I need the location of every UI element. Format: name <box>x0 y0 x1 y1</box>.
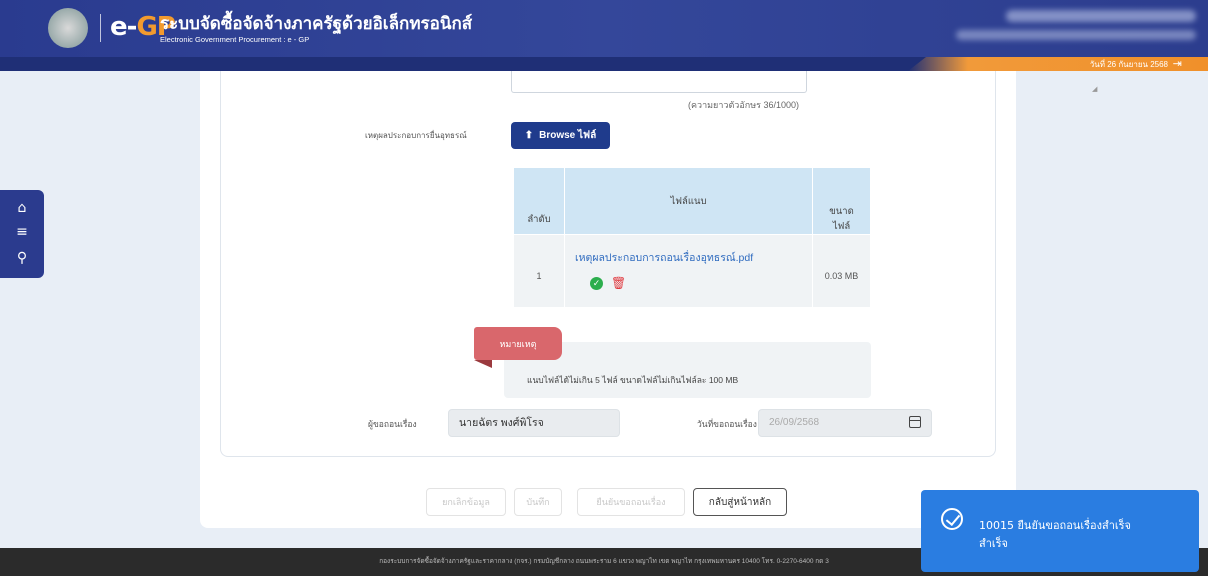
char-count: (ความยาวตัวอักษร 36/1000) <box>688 100 799 110</box>
top-header: e-GP ระบบจัดซื้อจัดจ้างภาครัฐด้วยอิเล็กท… <box>0 0 1208 57</box>
main-panel: ◢ (ความยาวตัวอักษร 36/1000) เหตุผลประกอบ… <box>200 71 1097 528</box>
current-date: วันที่ 26 กันยายน 2568 <box>1089 60 1168 69</box>
column-header-no: ลำดับ <box>514 168 565 234</box>
date-band <box>0 57 1208 71</box>
browse-file-button[interactable]: ⬆ Browse ไฟล์ <box>511 122 610 149</box>
row-size: 0.03 MB <box>813 234 870 307</box>
logo-divider <box>100 14 101 42</box>
browse-label: Browse ไฟล์ <box>539 130 597 141</box>
column-header-file: ไฟล์แนบ <box>565 168 813 234</box>
toast-line-1: 10015 ยืนยันขอถอนเรื่องสำเร็จ <box>979 519 1131 532</box>
column-header-size: ขนาด ไฟล์ <box>813 168 870 234</box>
request-date-field: 26/09/2568 <box>758 409 932 437</box>
request-date-value: 26/09/2568 <box>769 417 820 428</box>
attachment-table: ลำดับ ไฟล์แนบ ขนาด ไฟล์ 1 เหตุผลประกอบกา… <box>514 168 870 307</box>
user-org-blurred <box>956 30 1196 40</box>
logo-e: e- <box>110 12 137 42</box>
upload-icon: ⬆ <box>524 130 534 141</box>
attachment-link[interactable]: เหตุผลประกอบการถอนเรื่องอุทธรณ์.pdf <box>565 249 812 266</box>
row-no: 1 <box>514 234 565 307</box>
remark-tag-fold <box>474 360 492 368</box>
home-icon[interactable]: ⌂ <box>12 200 32 216</box>
reason-textarea[interactable]: ◢ <box>511 71 1097 93</box>
form-card: ◢ (ความยาวตัวอักษร 36/1000) เหตุผลประกอบ… <box>220 71 1097 457</box>
calendar-icon[interactable] <box>909 416 921 428</box>
request-date-label: วันที่ขอถอนเรื่อง <box>697 419 757 429</box>
logout-icon[interactable]: ⇥ <box>1173 57 1182 70</box>
toast-line-2: สำเร็จ <box>979 537 1009 550</box>
government-seal-logo <box>48 8 88 48</box>
cancel-data-button[interactable]: ยกเลิกข้อมูล <box>426 488 506 516</box>
check-circle-icon: ✓ <box>590 276 603 290</box>
confirm-withdraw-button[interactable]: ยืนยันขอถอนเรื่อง <box>577 488 685 516</box>
trash-icon[interactable]: 🗑 <box>611 276 626 290</box>
requester-field: นายฉัตร พงศ์พิโรจ <box>448 409 620 437</box>
remark-tag: หมายเหตุ <box>474 327 562 360</box>
menu-icon[interactable]: ≡ <box>12 224 32 240</box>
floating-side-menu: ⌂ ≡ ⚲ <box>0 190 44 278</box>
success-toast[interactable]: 10015 ยืนยันขอถอนเรื่องสำเร็จ สำเร็จ <box>921 490 1199 572</box>
site-subtitle: Electronic Government Procurement : e - … <box>160 35 310 44</box>
site-title: ระบบจัดซื้อจัดจ้างภาครัฐด้วยอิเล็กทรอนิก… <box>160 14 473 34</box>
check-circle-icon <box>941 508 963 530</box>
reason-file-label: เหตุผลประกอบการยื่นอุทธรณ์ <box>365 131 467 140</box>
table-row: 1 เหตุผลประกอบการถอนเรื่องอุทธรณ์.pdf ✓ … <box>514 234 870 307</box>
save-button[interactable]: บันทึก <box>514 488 562 516</box>
toast-message: 10015 ยืนยันขอถอนเรื่องสำเร็จ สำเร็จ <box>979 517 1131 553</box>
back-to-home-button[interactable]: กลับสู่หน้าหลัก <box>693 488 787 516</box>
remark-text: แนบไฟล์ได้ไม่เกิน 5 ไฟล์ ขนาดไฟล์ไม่เกิน… <box>527 375 739 385</box>
user-name-blurred <box>1006 10 1196 22</box>
row-file-cell: เหตุผลประกอบการถอนเรื่องอุทธรณ์.pdf ✓ 🗑 <box>565 234 813 307</box>
requester-label: ผู้ขอถอนเรื่อง <box>368 419 417 429</box>
search-icon[interactable]: ⚲ <box>12 250 32 266</box>
